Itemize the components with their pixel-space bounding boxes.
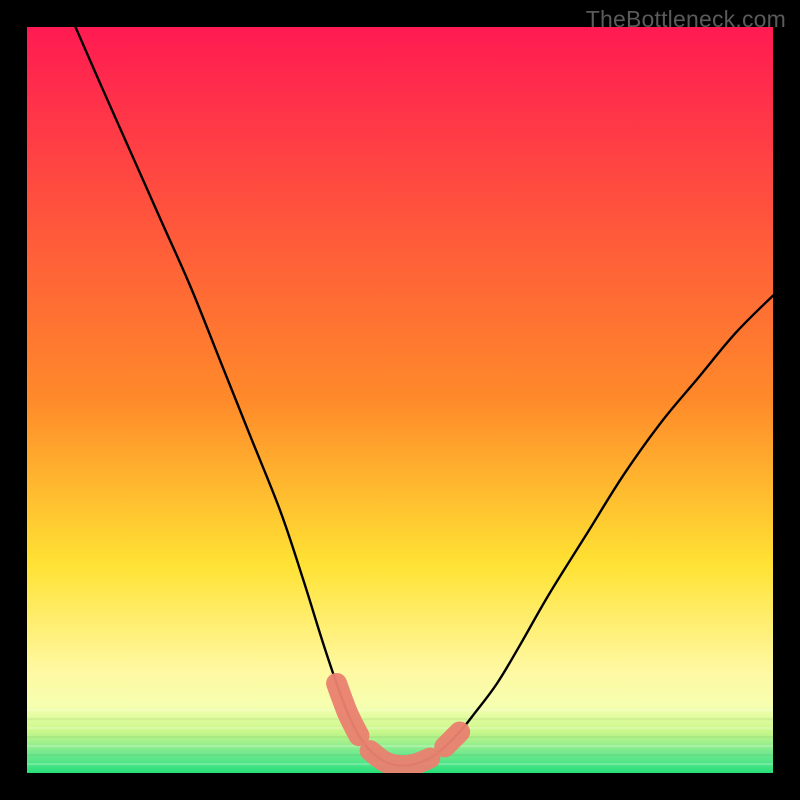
- plot-area: [27, 27, 773, 773]
- band-stripe: [27, 718, 773, 720]
- watermark-text: TheBottleneck.com: [586, 6, 786, 33]
- band-stripe: [27, 727, 773, 729]
- band-stripe: [27, 745, 773, 747]
- chart-container: TheBottleneck.com: [0, 0, 800, 800]
- highlight-segment: [445, 732, 460, 747]
- chart-svg: [27, 27, 773, 773]
- band-stripe: [27, 709, 773, 711]
- band-stripe: [27, 736, 773, 738]
- gradient-background: [27, 27, 773, 773]
